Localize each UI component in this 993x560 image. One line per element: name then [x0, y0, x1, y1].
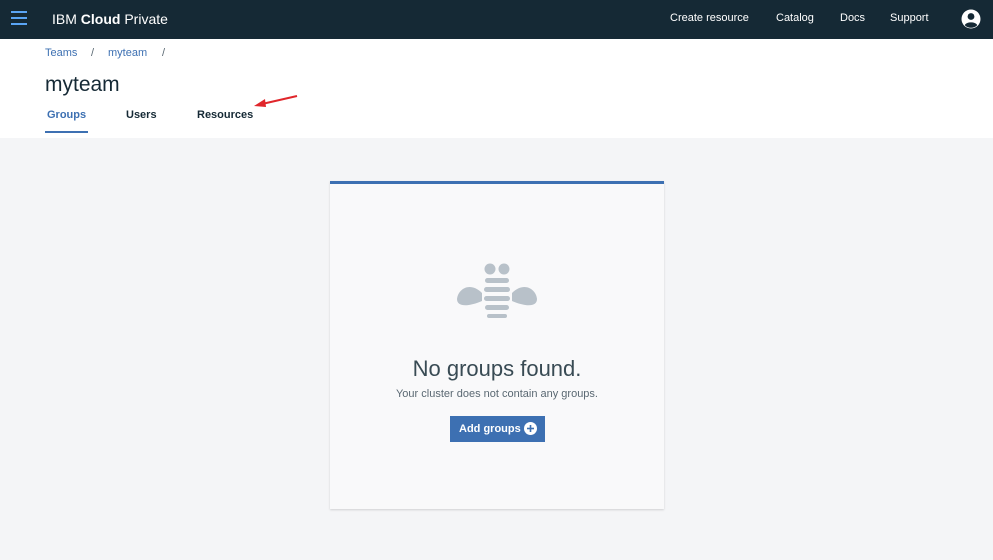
add-groups-button[interactable]: Add groups — [450, 416, 545, 442]
add-circle-icon — [524, 422, 537, 435]
breadcrumb-separator: / — [162, 47, 166, 59]
hamburger-menu-icon[interactable] — [11, 11, 27, 25]
brand-bold: Cloud — [80, 11, 121, 27]
add-groups-label: Add groups — [459, 423, 521, 435]
brand-suffix: Private — [124, 11, 168, 27]
brand-prefix: IBM — [52, 11, 77, 27]
nav-catalog[interactable]: Catalog — [776, 12, 814, 24]
tab-resources[interactable]: Resources — [197, 109, 253, 133]
bee-icon — [457, 263, 537, 318]
empty-state-subtitle: Your cluster does not contain any groups… — [395, 388, 598, 400]
tab-users[interactable]: Users — [126, 109, 157, 133]
nav-support[interactable]: Support — [890, 12, 929, 24]
breadcrumb-teams[interactable]: Teams — [45, 47, 77, 59]
breadcrumb-separator: / — [91, 47, 95, 59]
empty-state-title: No groups found. — [412, 356, 582, 381]
brand-logo[interactable]: IBM Cloud Private — [52, 11, 168, 27]
page-title: myteam — [45, 73, 120, 96]
red-arrow-icon — [254, 95, 298, 107]
nav-create-resource[interactable]: Create resource — [670, 12, 749, 24]
top-navigation-bar: IBM Cloud Private Create resource Catalo… — [0, 0, 993, 39]
tab-groups[interactable]: Groups — [45, 109, 89, 133]
nav-docs[interactable]: Docs — [840, 12, 865, 24]
page-header: Teams / myteam / myteam Groups Users Res… — [0, 39, 993, 138]
breadcrumb-myteam[interactable]: myteam — [108, 47, 147, 59]
empty-state-card: No groups found. Your cluster does not c… — [330, 181, 664, 509]
user-avatar-icon[interactable] — [961, 9, 981, 29]
